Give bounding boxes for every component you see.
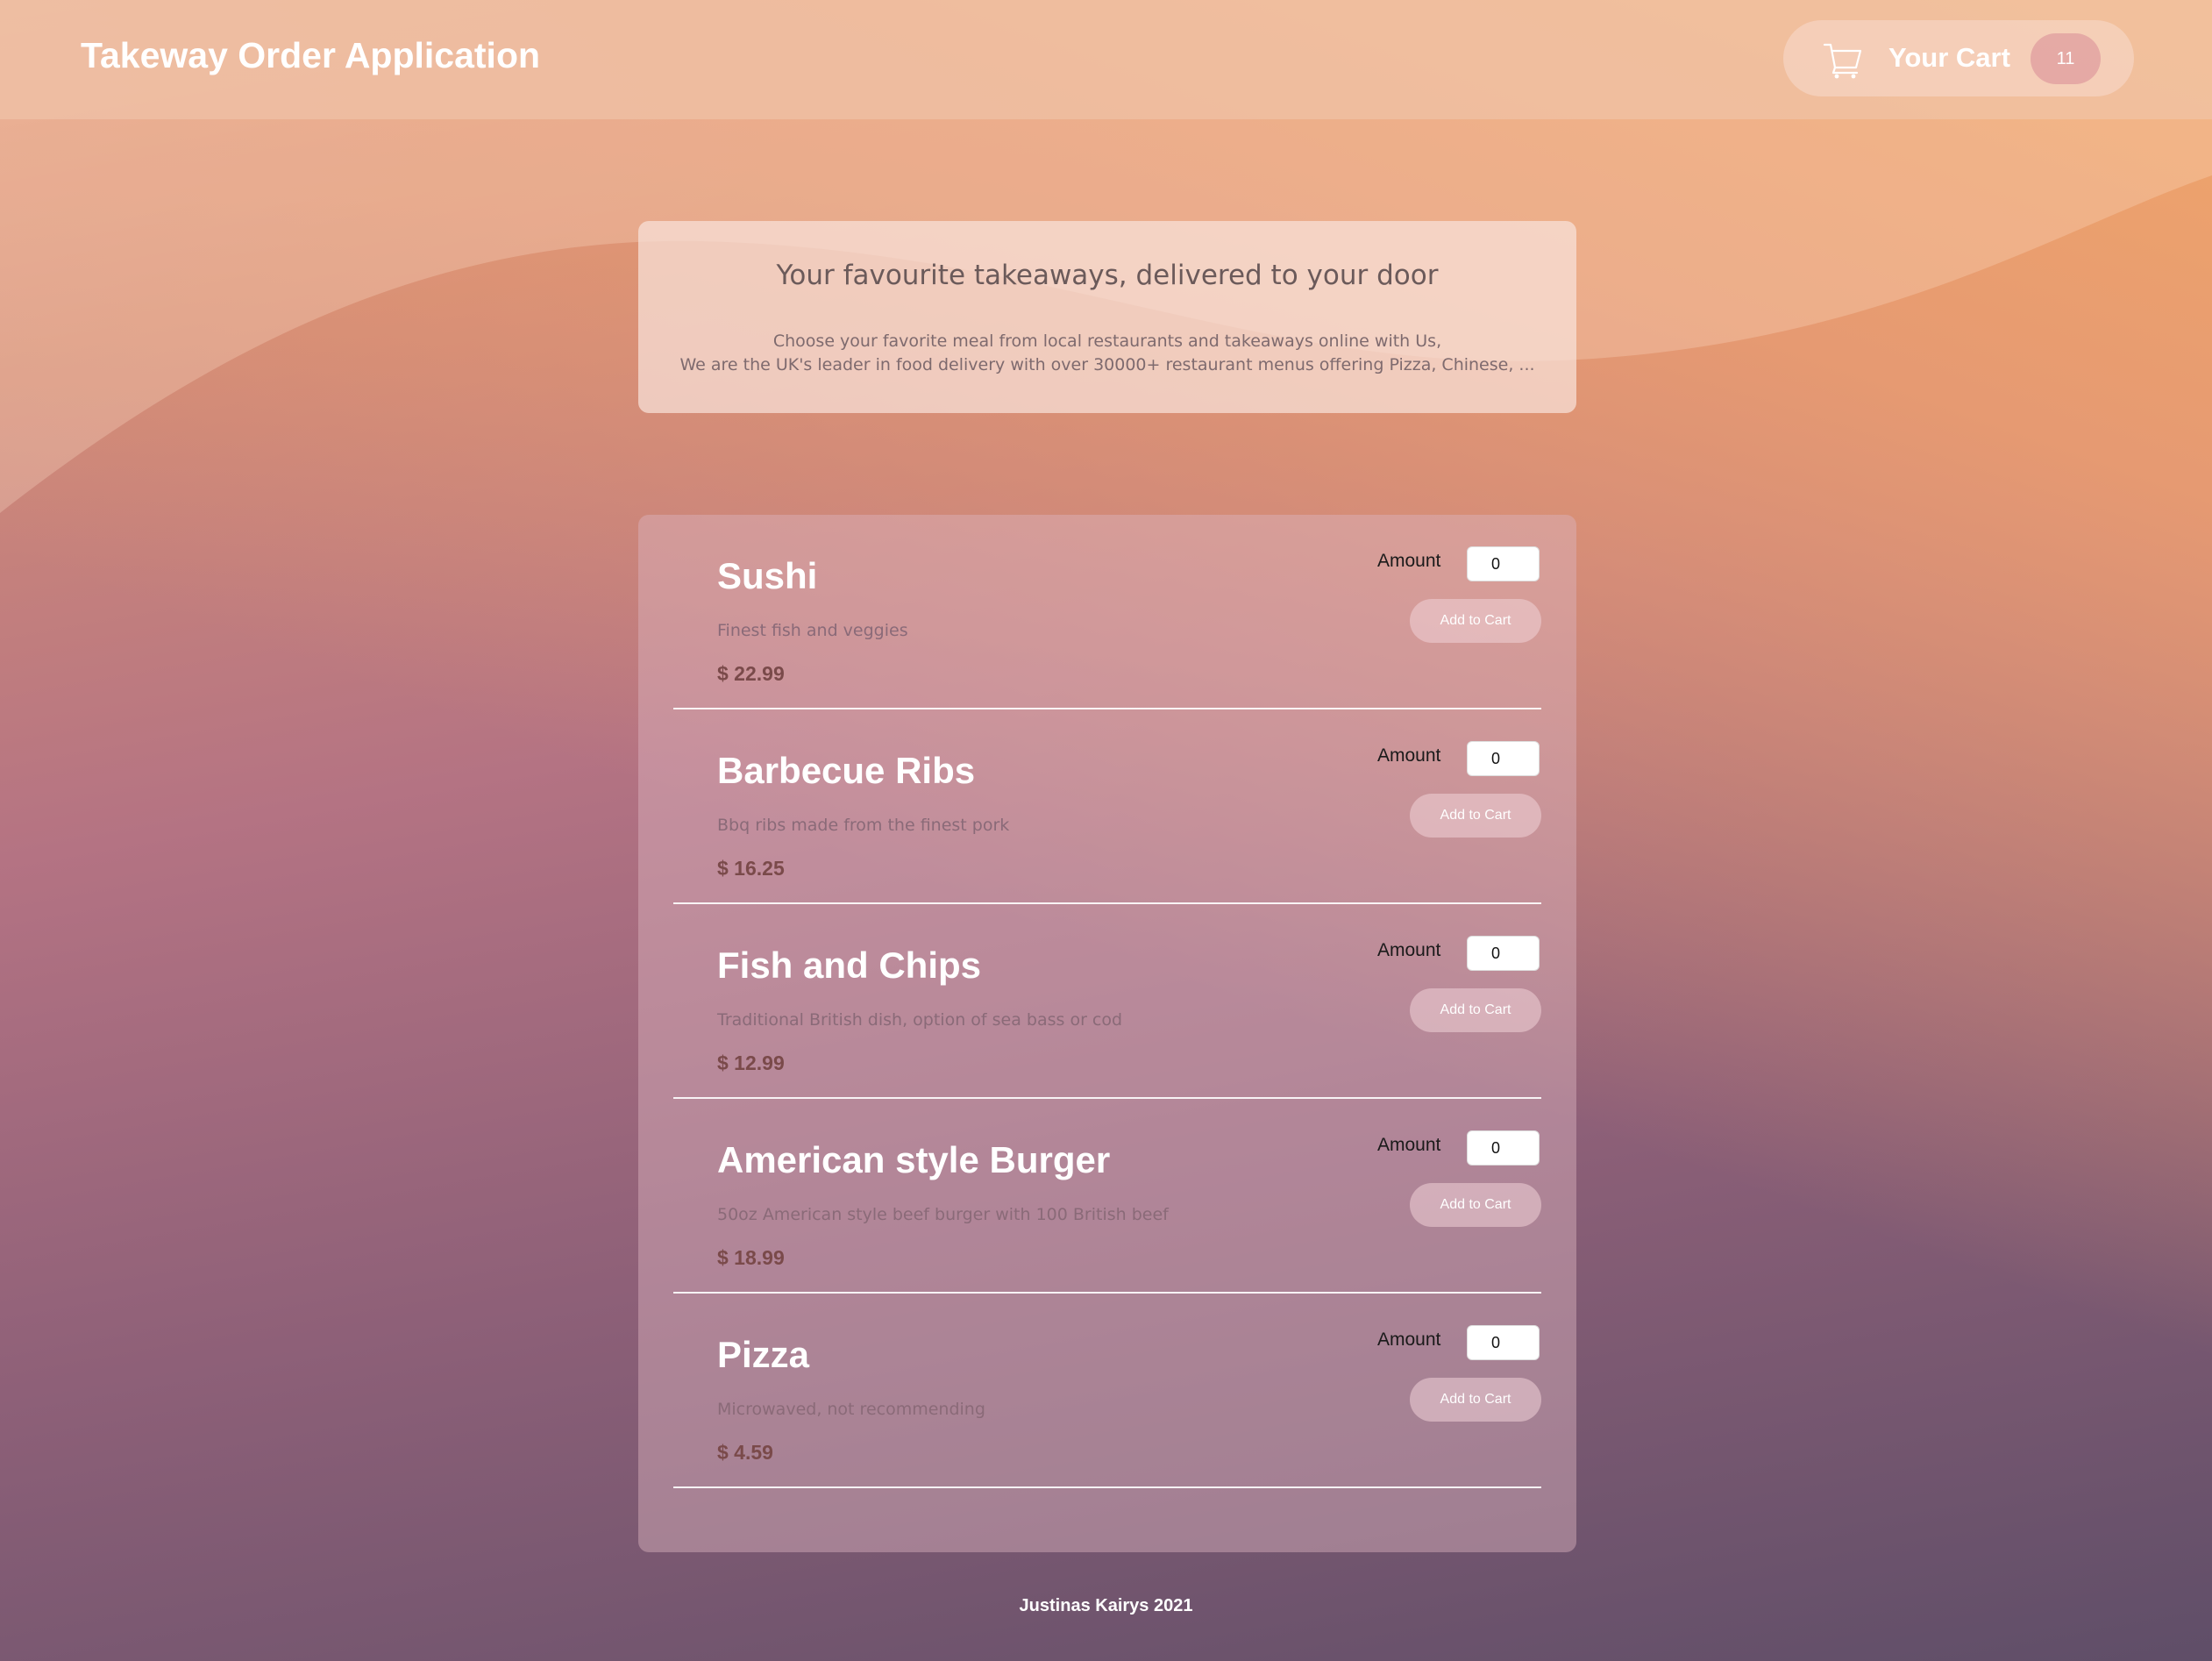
intro-card: Your favourite takeaways, delivered to y… — [638, 221, 1576, 413]
amount-input[interactable] — [1467, 546, 1540, 581]
item-name: American style Burger — [717, 1139, 1111, 1180]
app-title: Takeway Order Application — [81, 35, 541, 75]
item-price: $ 18.99 — [717, 1246, 785, 1269]
amount-input[interactable] — [1467, 936, 1540, 971]
item-name: Pizza — [717, 1334, 810, 1375]
amount-label: Amount — [1377, 551, 1441, 571]
amount-label: Amount — [1377, 1135, 1441, 1155]
menu-item-fish-and-chips: Fish and Chips Traditional British dish,… — [673, 904, 1541, 1099]
cart-label: Your Cart — [1888, 42, 2010, 73]
amount-input[interactable] — [1467, 741, 1540, 776]
amount-label: Amount — [1377, 1330, 1441, 1350]
item-description: Bbq ribs made from the finest pork — [717, 816, 1010, 835]
add-to-cart-button[interactable]: Add to Cart — [1410, 599, 1541, 643]
item-price: $ 4.59 — [717, 1441, 773, 1464]
add-to-cart-button[interactable]: Add to Cart — [1410, 794, 1541, 838]
intro-heading: Your favourite takeaways, delivered to y… — [776, 260, 1439, 291]
item-name: Barbecue Ribs — [717, 750, 976, 791]
item-description: Finest fish and veggies — [717, 621, 908, 640]
item-price: $ 12.99 — [717, 1051, 785, 1074]
menu-item-sushi: Sushi Finest fish and veggies $ 22.99 Am… — [673, 515, 1541, 709]
add-to-cart-button[interactable]: Add to Cart — [1410, 1378, 1541, 1422]
item-price: $ 22.99 — [717, 662, 785, 685]
intro-text-line-2: We are the UK's leader in food delivery … — [679, 355, 1535, 374]
add-to-cart-button[interactable]: Add to Cart — [1410, 988, 1541, 1032]
menu-item-barbecue-ribs: Barbecue Ribs Bbq ribs made from the fin… — [673, 709, 1541, 904]
menu-list: Sushi Finest fish and veggies $ 22.99 Am… — [638, 515, 1576, 1552]
footer-credit: Justinas Kairys 2021 — [1019, 1596, 1193, 1615]
item-description: Traditional British dish, option of sea … — [717, 1010, 1123, 1030]
menu-item-american-style-burger: American style Burger 50oz American styl… — [673, 1099, 1541, 1294]
menu-item-pizza: Pizza Microwaved, not recommending $ 4.5… — [673, 1294, 1541, 1488]
shopping-cart-icon — [1823, 43, 1862, 79]
cart-count-badge: 11 — [2031, 33, 2101, 84]
amount-input[interactable] — [1467, 1130, 1540, 1166]
amount-label: Amount — [1377, 940, 1441, 960]
item-description: Microwaved, not recommending — [717, 1400, 985, 1419]
item-price: $ 16.25 — [717, 857, 785, 880]
intro-text-line-1: Choose your favorite meal from local res… — [772, 331, 1442, 351]
item-description: 50oz American style beef burger with 100… — [717, 1205, 1169, 1224]
amount-label: Amount — [1377, 745, 1441, 766]
cart-button[interactable]: Your Cart 11 — [1783, 20, 2134, 96]
item-name: Sushi — [717, 555, 818, 596]
item-name: Fish and Chips — [717, 945, 982, 986]
add-to-cart-button[interactable]: Add to Cart — [1410, 1183, 1541, 1227]
amount-input[interactable] — [1467, 1325, 1540, 1360]
top-navbar: Takeway Order Application Your Cart 11 — [0, 0, 2212, 119]
